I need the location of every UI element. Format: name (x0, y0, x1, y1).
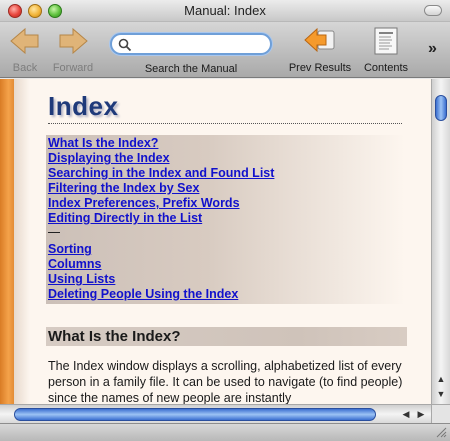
scroll-up-arrow-icon[interactable]: ▲ (433, 371, 449, 387)
search-field[interactable] (110, 33, 272, 55)
back-button[interactable]: Back (6, 26, 44, 74)
scrollbar-corner (431, 404, 450, 423)
list-item: Displaying the Index (48, 151, 274, 166)
back-arrow-icon (10, 27, 39, 55)
body-paragraph: The Index window displays a scrolling, a… (48, 359, 403, 404)
search-input[interactable] (134, 36, 264, 52)
toc-link-using-lists[interactable]: Using Lists (48, 272, 115, 286)
contents-document-icon (374, 27, 398, 55)
orange-side-bar (0, 79, 14, 404)
contents-button[interactable]: Contents (358, 26, 414, 74)
scroll-down-arrow-icon[interactable]: ▼ (433, 386, 449, 402)
forward-label: Forward (52, 62, 94, 74)
toc-list: What Is the Index? Displaying the Index … (48, 136, 274, 226)
list-item: Searching in the Index and Found List (48, 166, 274, 181)
list-item: Columns (48, 257, 238, 272)
toc-link-what-is-the-index[interactable]: What Is the Index? (48, 136, 158, 150)
toc-link-preferences[interactable]: Index Preferences, Prefix Words (48, 196, 240, 210)
list-item: Index Preferences, Prefix Words (48, 196, 274, 211)
list-item: Sorting (48, 242, 238, 257)
page-shadow (14, 79, 30, 404)
contents-label: Contents (363, 62, 409, 74)
vertical-scroll-thumb[interactable] (435, 95, 447, 121)
toc-link-filtering[interactable]: Filtering the Index by Sex (48, 181, 199, 195)
search-label: Search the Manual (144, 63, 238, 75)
prev-results-icon (304, 27, 335, 53)
toc-link-columns[interactable]: Columns (48, 257, 101, 271)
title-bar[interactable]: Manual: Index (0, 0, 450, 22)
list-item: What Is the Index? (48, 136, 274, 151)
toc-link-displaying-the-index[interactable]: Displaying the Index (48, 151, 170, 165)
scroll-right-arrow-icon[interactable]: ▶ (413, 406, 429, 422)
list-item: Editing Directly in the List (48, 211, 274, 226)
toc-link-editing[interactable]: Editing Directly in the List (48, 211, 202, 225)
forward-arrow-icon (59, 27, 88, 55)
prev-results-button[interactable]: Prev Results (284, 26, 356, 74)
list-item: Using Lists (48, 272, 238, 287)
toc-link-searching[interactable]: Searching in the Index and Found List (48, 166, 274, 180)
horizontal-scroll-thumb[interactable] (14, 408, 376, 421)
horizontal-scrollbar[interactable]: ◀ ▶ (0, 404, 431, 423)
toc-list-more: Sorting Columns Using Lists Deleting Peo… (48, 242, 238, 302)
toc-link-deleting-people[interactable]: Deleting People Using the Index (48, 287, 238, 301)
toc-link-sorting[interactable]: Sorting (48, 242, 92, 256)
toc-separator (48, 232, 60, 233)
scroll-left-arrow-icon[interactable]: ◀ (398, 406, 414, 422)
back-label: Back (12, 62, 38, 74)
list-item: Deleting People Using the Index (48, 287, 238, 302)
page-title: Index (48, 91, 119, 121)
resize-grip-icon[interactable] (436, 427, 447, 438)
section-heading: What Is the Index? (48, 328, 181, 345)
vertical-scrollbar[interactable]: ▲ ▼ (431, 79, 450, 404)
manual-page[interactable]: Index What Is the Index? Displaying the … (0, 79, 431, 404)
list-item: Filtering the Index by Sex (48, 181, 274, 196)
status-bar (0, 423, 450, 441)
window-title: Manual: Index (184, 3, 266, 18)
toolbar-overflow-chevron-icon[interactable]: » (428, 40, 437, 58)
prev-results-label: Prev Results (288, 62, 352, 74)
toolbar-toggle-button[interactable] (424, 5, 442, 16)
forward-button[interactable]: Forward (48, 26, 98, 74)
title-divider (48, 123, 402, 124)
search-icon (118, 38, 132, 52)
